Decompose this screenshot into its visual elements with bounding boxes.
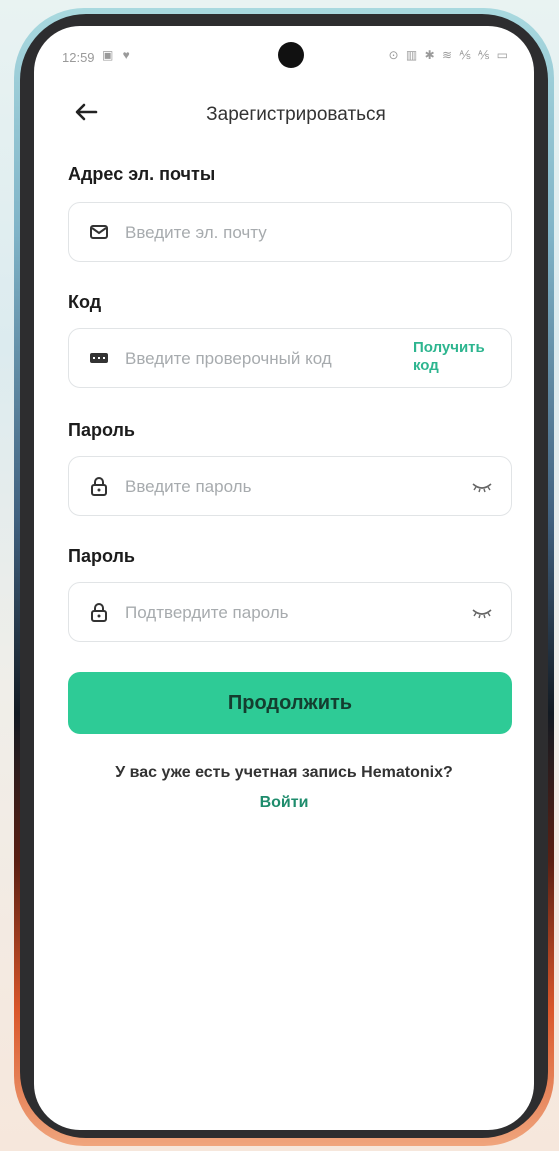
- have-account-text: У вас уже есть учетная запись Hematonix?: [115, 764, 453, 781]
- hide-password-icon[interactable]: [471, 478, 493, 494]
- lock-icon: [91, 603, 107, 622]
- password-placeholder: Введите пароль: [125, 477, 252, 496]
- lock-icon: [91, 477, 107, 496]
- code-label: Код: [68, 292, 102, 312]
- status-right-icons: ⊙ ▥ ✱ ≋ ⅍ ⅍ ▭: [388, 48, 510, 62]
- mail-icon: [90, 225, 108, 239]
- code-icon: [90, 353, 108, 363]
- email-placeholder: Введите эл. почту: [125, 223, 267, 242]
- confirm-password-placeholder: Подтвердите пароль: [125, 603, 289, 622]
- header: Зарегистрироваться: [34, 92, 534, 142]
- status-left-icons: ▣ ♥: [102, 48, 133, 62]
- camera-cutout: [278, 42, 304, 68]
- confirm-password-label: Пароль: [68, 546, 135, 566]
- code-placeholder: Введите проверочный код: [125, 349, 332, 368]
- code-field[interactable]: Введите проверочный код Получить код: [68, 328, 512, 388]
- email-label: Адрес эл. почты: [68, 164, 216, 184]
- app-screen: 12:59 ▣ ♥ ⊙ ▥ ✱ ≋ ⅍ ⅍ ▭ Зарегистрировать…: [34, 26, 534, 1130]
- continue-button[interactable]: Продолжить: [68, 672, 512, 734]
- password-field[interactable]: Введите пароль: [68, 456, 512, 516]
- status-time: 12:59: [62, 50, 95, 65]
- get-code-button[interactable]: Получить код: [413, 339, 499, 375]
- confirm-password-field[interactable]: Подтвердите пароль: [68, 582, 512, 642]
- status-bar: 12:59 ▣ ♥ ⊙ ▥ ✱ ≋ ⅍ ⅍ ▭: [34, 26, 534, 84]
- hide-password-icon[interactable]: [471, 604, 493, 620]
- password-label: Пароль: [68, 420, 135, 440]
- login-link[interactable]: Войти: [34, 794, 534, 812]
- page-title: Зарегистрироваться: [206, 104, 386, 125]
- email-field[interactable]: Введите эл. почту: [68, 202, 512, 262]
